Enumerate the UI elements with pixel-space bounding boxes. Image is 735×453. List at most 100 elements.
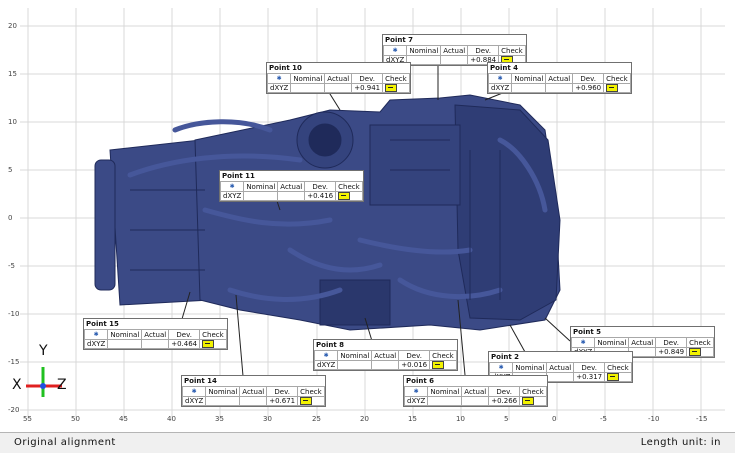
- point-10-callout[interactable]: Point 10 ✱ Nominal Actual Dev. Check dXYZ +0.94…: [266, 62, 411, 94]
- nominal-header: Nominal: [337, 350, 373, 361]
- front-flange: [94, 159, 116, 291]
- dxyz-label: dXYZ: [219, 191, 245, 201]
- nominal-header: Nominal: [512, 362, 548, 373]
- check-cell: [382, 83, 410, 93]
- measure-icon: ✱: [382, 45, 408, 56]
- point-11-callout[interactable]: Point 11 ✱ Nominal Actual Dev. Check dXYZ +0.41…: [219, 170, 364, 202]
- alignment-status: Original alignment: [14, 437, 116, 448]
- oil-pan: [319, 279, 391, 326]
- nominal-header: Nominal: [427, 386, 463, 397]
- check-header: Check: [603, 73, 631, 84]
- actual-value: [546, 372, 575, 382]
- measure-icon: ✱: [487, 73, 513, 84]
- check-pass-icon: [607, 373, 620, 381]
- point-15-callout[interactable]: Point 15 ✱ Nominal Actual Dev. Check dXYZ +0.46…: [83, 318, 228, 350]
- measure-icon: ✱: [266, 73, 292, 84]
- actual-header: Actual: [239, 386, 268, 397]
- check-pass-icon: [385, 84, 398, 92]
- x-axis-label: X: [12, 377, 22, 393]
- callout-title: Point 2: [491, 353, 519, 361]
- check-cell: [519, 396, 547, 406]
- check-pass-icon: [689, 348, 702, 356]
- length-unit-status: Length unit: in: [640, 437, 721, 448]
- check-pass-icon: [522, 397, 535, 405]
- nominal-value: [290, 83, 326, 93]
- actual-value: [440, 55, 469, 65]
- top-ring-inner: [308, 123, 342, 157]
- dev-value: +0.849: [655, 347, 688, 357]
- nominal-value: [107, 339, 143, 349]
- nominal-header: Nominal: [290, 73, 326, 84]
- dev-header: Dev.: [168, 329, 201, 340]
- nominal-value: [205, 396, 241, 406]
- callout-title: Point 8: [316, 341, 344, 349]
- callout-title: Point 14: [184, 377, 217, 385]
- dev-header: Dev.: [304, 181, 337, 192]
- point-8-callout[interactable]: Point 8 ✱ Nominal Actual Dev. Check dXYZ +0.016: [313, 339, 458, 371]
- measure-icon: ✱: [570, 337, 596, 348]
- point-6-callout[interactable]: Point 6 ✱ Nominal Actual Dev. Check dXYZ +0.266: [403, 375, 548, 407]
- nominal-value: [243, 191, 279, 201]
- point-14-callout[interactable]: Point 14 ✱ Nominal Actual Dev. Check dXYZ +0.67…: [181, 375, 326, 407]
- callout-title: Point 10: [269, 64, 302, 72]
- check-pass-icon: [300, 397, 313, 405]
- measure-icon: ✱: [403, 386, 429, 397]
- dxyz-label: dXYZ: [181, 396, 207, 406]
- actual-header: Actual: [324, 73, 353, 84]
- dev-header: Dev.: [655, 337, 688, 348]
- callout-title: Point 6: [406, 377, 434, 385]
- callout-table: ✱ Nominal Actual Dev. Check dXYZ +0.941: [266, 73, 410, 93]
- dev-header: Dev.: [572, 73, 605, 84]
- z-axis-label: Z: [57, 377, 67, 393]
- gearbox-housing: [454, 104, 561, 321]
- check-header: Check: [297, 386, 325, 397]
- callout-table: ✱ Nominal Actual Dev. Check dXYZ +0.416: [219, 181, 363, 201]
- actual-value: [461, 396, 490, 406]
- check-pass-icon: [202, 340, 215, 348]
- callout-table: ✱ Nominal Actual Dev. Check dXYZ +0.016: [313, 350, 457, 370]
- dev-header: Dev.: [573, 362, 606, 373]
- check-pass-icon: [606, 84, 619, 92]
- actual-header: Actual: [277, 181, 306, 192]
- nominal-header: Nominal: [205, 386, 241, 397]
- actual-value: [628, 347, 657, 357]
- dev-header: Dev.: [398, 350, 431, 361]
- nominal-value: [337, 360, 373, 370]
- actual-header: Actual: [628, 337, 657, 348]
- actual-header: Actual: [371, 350, 400, 361]
- nominal-header: Nominal: [406, 45, 442, 56]
- measure-icon: ✱: [488, 362, 514, 373]
- dev-value: +0.016: [398, 360, 431, 370]
- callout-title: Point 11: [222, 172, 255, 180]
- 3d-viewport[interactable]: 55 50 45 40 35 30 25 20 15 10 5 0 -5 -10 -15 20 15 10 5 0-…: [0, 0, 735, 433]
- actual-value: [545, 83, 574, 93]
- actual-value: [277, 191, 306, 201]
- actual-header: Actual: [141, 329, 170, 340]
- actual-value: [141, 339, 170, 349]
- check-cell: [604, 372, 632, 382]
- actual-header: Actual: [461, 386, 490, 397]
- nominal-header: Nominal: [511, 73, 547, 84]
- check-header: Check: [382, 73, 410, 84]
- actual-value: [371, 360, 400, 370]
- nominal-header: Nominal: [594, 337, 630, 348]
- dev-value: +0.317: [573, 372, 606, 382]
- callout-title: Point 15: [86, 320, 119, 328]
- dxyz-label: dXYZ: [83, 339, 109, 349]
- check-header: Check: [519, 386, 547, 397]
- actual-header: Actual: [545, 73, 574, 84]
- status-bar: Original alignment Length unit: in: [0, 433, 735, 453]
- nominal-value: [406, 55, 442, 65]
- point-4-callout[interactable]: Point 4 ✱ Nominal Actual Dev. Check dXYZ +0.960: [487, 62, 632, 94]
- actual-value: [324, 83, 353, 93]
- callout-table: ✱ Nominal Actual Dev. Check dXYZ +0.464: [83, 329, 227, 349]
- check-pass-icon: [432, 361, 445, 369]
- callout-table: ✱ Nominal Actual Dev. Check dXYZ +0.266: [403, 386, 547, 406]
- check-cell: [603, 83, 631, 93]
- dev-header: Dev.: [488, 386, 521, 397]
- dev-header: Dev.: [266, 386, 299, 397]
- check-header: Check: [686, 337, 714, 348]
- axis-triad: Y X Z: [12, 343, 72, 405]
- callout-title: Point 7: [385, 36, 413, 44]
- check-cell: [199, 339, 227, 349]
